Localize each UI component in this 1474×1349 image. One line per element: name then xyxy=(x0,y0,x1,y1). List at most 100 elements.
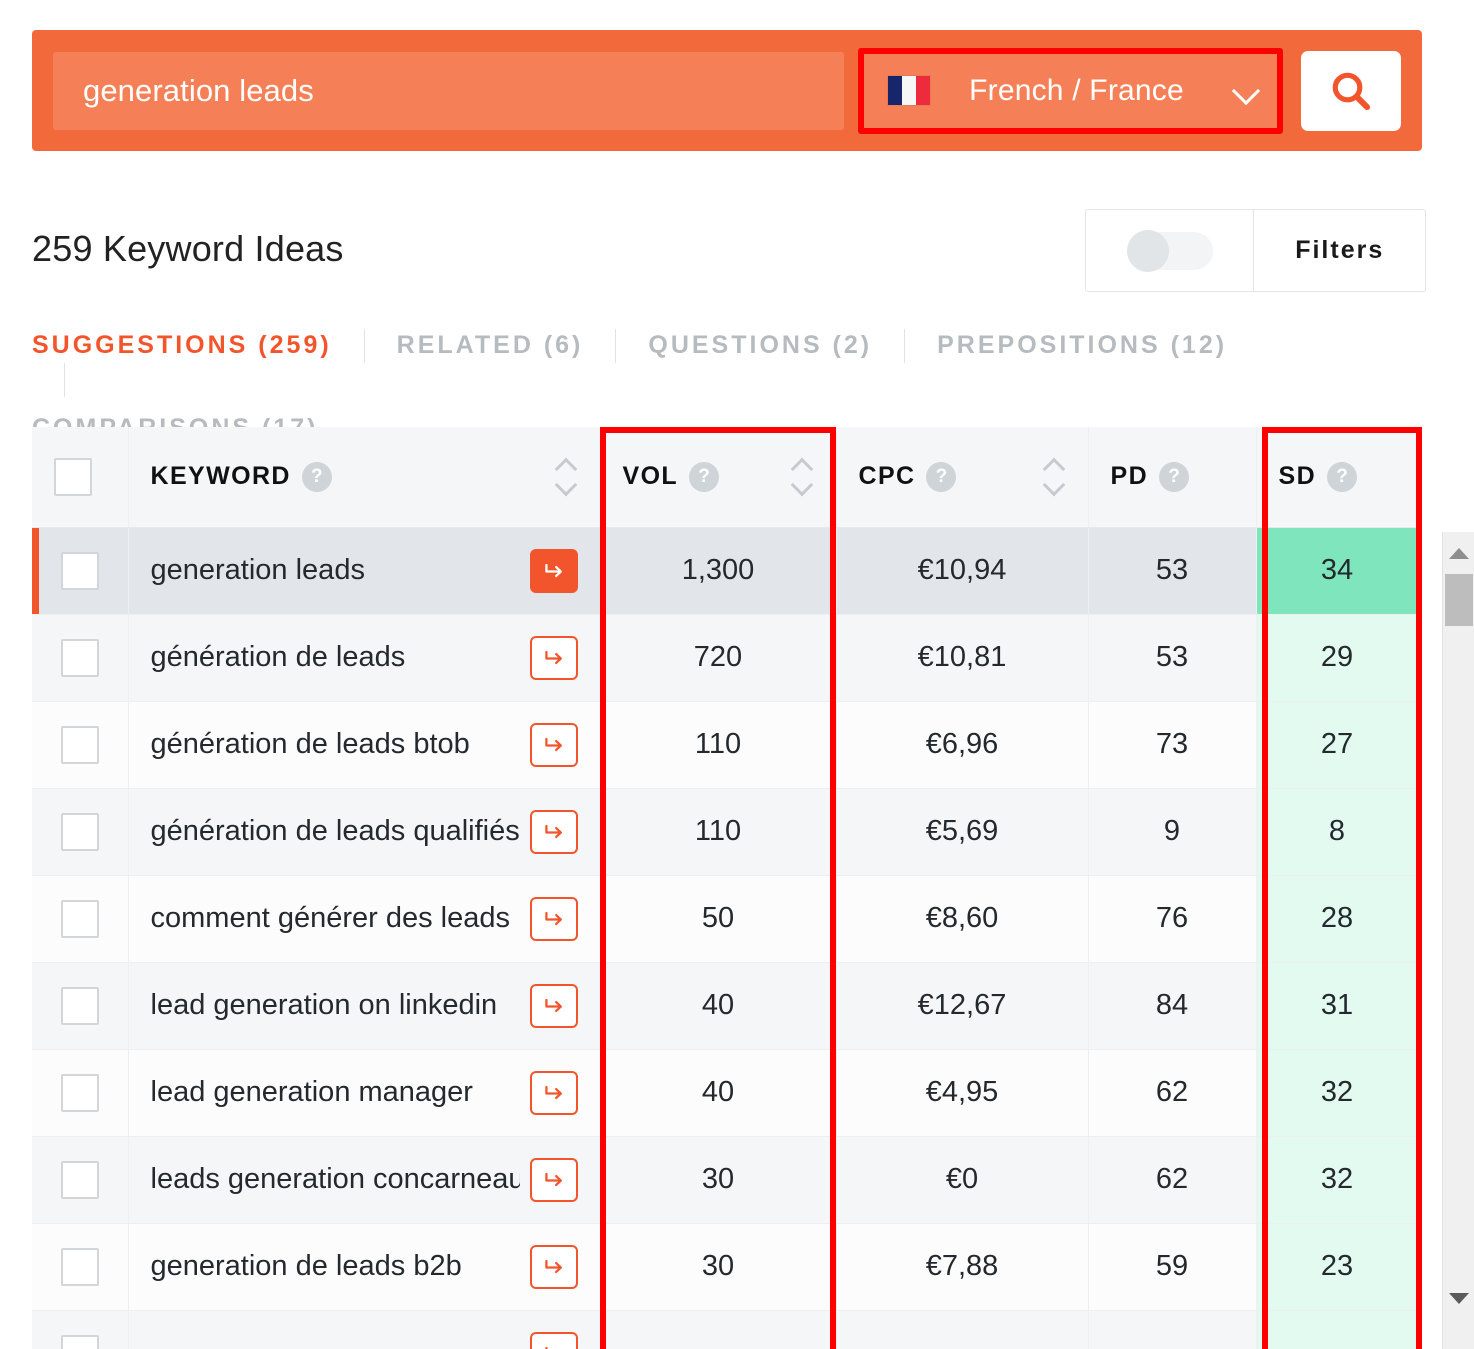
sort-toggle-keyword[interactable] xyxy=(556,457,578,497)
cell-pd: 62 xyxy=(1088,1136,1257,1224)
language-selector[interactable]: French / France xyxy=(864,53,1277,128)
cell-cpc: €10,81 xyxy=(836,614,1089,702)
tab-prepositions[interactable]: PREPOSITIONS (12) xyxy=(937,328,1227,363)
keyword-drilldown-button[interactable] xyxy=(529,1070,578,1115)
row-checkbox[interactable] xyxy=(60,899,99,938)
tab-related[interactable]: RELATED (6) xyxy=(397,328,584,363)
vertical-scrollbar[interactable] xyxy=(1442,532,1474,1349)
column-header-cpc[interactable]: CPC ? xyxy=(836,427,1089,528)
triangle-down-icon xyxy=(1449,1292,1469,1304)
row-checkbox[interactable] xyxy=(60,638,99,677)
cell-sd xyxy=(1256,1310,1419,1349)
cell-keyword: génération de leads btob xyxy=(128,701,601,789)
column-label-cpc: CPC xyxy=(858,462,916,491)
sort-toggle-vol[interactable] xyxy=(792,457,814,497)
filters-toggle[interactable] xyxy=(1086,210,1255,291)
keyword-text: lead generation manager xyxy=(150,1076,473,1108)
row-checkbox[interactable] xyxy=(60,812,99,851)
row-checkbox-cell[interactable] xyxy=(32,614,129,702)
table-row[interactable]: génération de leads btob 110 €6,96 73 27 xyxy=(32,701,1419,789)
help-icon-keyword[interactable]: ? xyxy=(301,461,332,492)
help-icon-sd[interactable]: ? xyxy=(1327,461,1358,492)
select-all-checkbox[interactable] xyxy=(54,457,92,496)
cell-keyword: lead generation manager xyxy=(128,1049,601,1137)
cell-cpc: €0 xyxy=(836,1136,1089,1224)
cell-sd: 32 xyxy=(1256,1136,1419,1224)
tab-questions[interactable]: QUESTIONS (2) xyxy=(648,328,872,363)
sort-toggle-cpc[interactable] xyxy=(1044,457,1066,497)
keyword-drilldown-button[interactable] xyxy=(529,896,578,941)
row-checkbox[interactable] xyxy=(60,986,99,1025)
cell-cpc: €5,69 xyxy=(836,788,1089,876)
help-icon-pd[interactable]: ? xyxy=(1159,461,1190,492)
table-row[interactable] xyxy=(32,1310,1419,1349)
row-checkbox[interactable] xyxy=(60,1247,99,1286)
keyword-drilldown-button[interactable] xyxy=(529,722,578,767)
keyword-drilldown-button[interactable] xyxy=(529,1244,578,1289)
row-checkbox[interactable] xyxy=(60,1160,99,1199)
filters-button[interactable]: Filters xyxy=(1254,210,1425,291)
help-icon-vol[interactable]: ? xyxy=(689,461,720,492)
row-checkbox-cell[interactable] xyxy=(32,788,129,876)
table-row[interactable]: generation leads 1,300 €10,94 53 34 xyxy=(32,527,1419,615)
row-checkbox-cell[interactable] xyxy=(32,875,129,963)
column-label-keyword: KEYWORD xyxy=(150,462,291,491)
cell-sd: 31 xyxy=(1256,962,1419,1050)
column-header-sd[interactable]: SD ? xyxy=(1256,427,1419,528)
cell-vol: 1,300 xyxy=(600,527,837,615)
keyword-drilldown-button[interactable] xyxy=(529,983,578,1028)
cell-pd: 53 xyxy=(1088,527,1257,615)
table-body: generation leads 1,300 €10,94 53 34 génératio… xyxy=(32,527,1419,1349)
keyword-drilldown-button[interactable] xyxy=(529,548,578,593)
keyword-drilldown-button[interactable] xyxy=(529,1331,578,1349)
row-checkbox-cell[interactable] xyxy=(32,1049,129,1137)
select-all-header[interactable] xyxy=(32,427,129,528)
scrollbar-thumb[interactable] xyxy=(1445,574,1473,626)
toggle-knob xyxy=(1126,229,1169,272)
table-row[interactable]: generation de leads b2b 30 €7,88 59 23 xyxy=(32,1223,1419,1311)
row-checkbox-cell[interactable] xyxy=(32,962,129,1050)
column-header-vol[interactable]: VOL ? xyxy=(600,427,837,528)
toggle-track xyxy=(1126,229,1213,272)
row-checkbox-cell[interactable] xyxy=(32,1223,129,1311)
keyword-text: comment générer des leads xyxy=(150,902,510,934)
keyword-drilldown-button[interactable] xyxy=(529,809,578,854)
language-label: French / France xyxy=(969,73,1184,107)
search-button[interactable] xyxy=(1301,50,1401,131)
row-checkbox[interactable] xyxy=(60,551,99,590)
table-row[interactable]: comment générer des leads 50 €8,60 76 28 xyxy=(32,875,1419,963)
row-checkbox[interactable] xyxy=(60,1334,99,1349)
table-row[interactable]: génération de leads 720 €10,81 53 29 xyxy=(32,614,1419,702)
search-input[interactable] xyxy=(83,72,844,109)
cell-pd: 62 xyxy=(1088,1049,1257,1137)
cell-keyword: génération de leads xyxy=(128,614,601,702)
keyword-drilldown-button[interactable] xyxy=(529,635,578,680)
keyword-table: KEYWORD ? VOL ? CPC ? PD ? SD ? generati… xyxy=(32,427,1419,1349)
keyword-text: generation de leads b2b xyxy=(150,1250,462,1282)
scroll-down-button[interactable] xyxy=(1443,1283,1474,1313)
arrow-into-icon xyxy=(544,563,562,577)
help-icon-cpc[interactable]: ? xyxy=(926,461,957,492)
table-row[interactable]: génération de leads qualifiés 110 €5,69 9 8 xyxy=(32,788,1419,876)
row-checkbox-cell[interactable] xyxy=(32,1310,129,1349)
table-row[interactable]: leads generation concarneau 30 €0 62 32 xyxy=(32,1136,1419,1224)
row-checkbox[interactable] xyxy=(60,1073,99,1112)
tab-suggestions[interactable]: SUGGESTIONS (259) xyxy=(32,328,332,363)
tab-separator xyxy=(363,328,365,363)
triangle-up-icon xyxy=(1449,547,1469,559)
column-header-pd[interactable]: PD ? xyxy=(1088,427,1257,528)
cell-cpc: €7,88 xyxy=(836,1223,1089,1311)
column-label-vol: VOL xyxy=(622,462,679,491)
keyword-drilldown-button[interactable] xyxy=(529,1157,578,1202)
cell-vol: 50 xyxy=(600,875,837,963)
row-checkbox-cell[interactable] xyxy=(32,1136,129,1224)
arrow-into-icon xyxy=(544,650,562,664)
row-checkbox-cell[interactable] xyxy=(32,527,129,615)
table-row[interactable]: lead generation on linkedin 40 €12,67 84 31 xyxy=(32,962,1419,1050)
row-checkbox[interactable] xyxy=(60,725,99,764)
search-icon xyxy=(1332,72,1371,110)
row-checkbox-cell[interactable] xyxy=(32,701,129,789)
column-header-keyword[interactable]: KEYWORD ? xyxy=(128,427,601,528)
scroll-up-button[interactable] xyxy=(1443,538,1474,568)
table-row[interactable]: lead generation manager 40 €4,95 62 32 xyxy=(32,1049,1419,1137)
